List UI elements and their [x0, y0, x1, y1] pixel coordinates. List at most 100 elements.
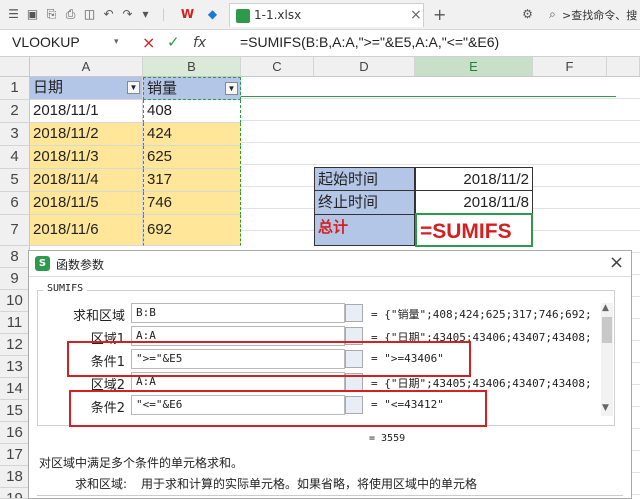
row-header-18[interactable]: 18 — [0, 466, 30, 488]
row-header-7[interactable]: 7 — [0, 215, 30, 246]
fx-button[interactable]: fx — [193, 35, 206, 51]
dialog-titlebar: S 函数参数 × — [29, 251, 631, 277]
param-help-label: 求和区域: — [75, 477, 128, 491]
column-header-e[interactable]: E — [415, 57, 533, 77]
search-input[interactable]: >查找命令、搜 — [562, 7, 637, 23]
tab-title: 1-1.xlsx — [254, 8, 302, 22]
separator: | — [161, 7, 166, 21]
cell-a6[interactable]: 2018/11/5 — [30, 192, 143, 215]
name-box[interactable]: VLOOKUP — [8, 33, 120, 54]
row-header-11[interactable]: 11 — [0, 312, 30, 334]
column-header-d[interactable]: D — [314, 57, 415, 77]
column-header-b[interactable]: B — [143, 57, 241, 77]
row-header-1[interactable]: 1 — [0, 77, 30, 100]
cell-b7[interactable]: 692 — [143, 215, 241, 246]
param-help-text: 用于求和计算的实际单元格。如果省略，将使用区域中的单元格 — [141, 477, 478, 491]
quick-access-toolbar: ☰ ▣ ⎘ ⎙ ◫ ↶ ↷ ▾ | W ◆ 1-1.xlsx × + ⚙ ⌕ >… — [0, 0, 640, 30]
dialog-bottom-divider — [37, 495, 623, 498]
cell-e6[interactable]: 2018/11/8 — [415, 191, 533, 215]
cell-d6[interactable]: 终止时间 — [314, 191, 415, 215]
row-header-8[interactable]: 8 — [0, 246, 30, 268]
row-header-3[interactable]: 3 — [0, 123, 30, 146]
print-icon[interactable]: ⎙ — [63, 7, 78, 22]
row-header-2[interactable]: 2 — [0, 100, 30, 123]
function-arguments-dialog: S 函数参数 × SUMIFS 求和区域 B:B = {"销量";408;424… — [28, 250, 632, 499]
highlight-criteria1 — [67, 341, 471, 377]
dropdown-icon[interactable]: ▾ — [138, 7, 153, 22]
preview-icon[interactable]: ◫ — [82, 7, 97, 22]
cell-b3[interactable]: 424 — [143, 123, 241, 146]
wps-logo-icon[interactable]: W — [180, 7, 195, 22]
search-icon[interactable]: ⌕ — [545, 7, 560, 22]
cell-a4[interactable]: 2018/11/3 — [30, 146, 143, 169]
scroll-down-icon[interactable]: ▼ — [602, 403, 609, 413]
formula-input[interactable]: =SUMIFS(B:B,A:A,">="&E5,A:A,"<="&E6) — [240, 34, 499, 50]
cell-d7[interactable]: 总计 — [314, 215, 415, 246]
row-header-15[interactable]: 15 — [0, 400, 30, 422]
row-header-4[interactable]: 4 — [0, 146, 30, 169]
save-icon[interactable]: ▣ — [25, 7, 40, 22]
row-header-6[interactable]: 6 — [0, 192, 30, 215]
cube-icon[interactable]: ◆ — [205, 7, 220, 22]
menu-icon[interactable]: ☰ — [6, 7, 21, 22]
param-scrollbar[interactable]: ▲ ▼ — [601, 303, 613, 416]
function-description: 对区域中满足多个条件的单元格求和。 — [39, 456, 244, 470]
row-header-14[interactable]: 14 — [0, 378, 30, 400]
confirm-icon[interactable]: ✓ — [167, 33, 180, 51]
column-header-a[interactable]: A — [30, 57, 143, 77]
row-header-12[interactable]: 12 — [0, 334, 30, 356]
cell-b5[interactable]: 317 — [143, 169, 241, 192]
cell-a1[interactable]: 日期 ▼ — [30, 77, 143, 100]
settings-icon[interactable]: ⚙ — [520, 7, 535, 22]
close-dialog-button[interactable]: × — [609, 252, 624, 273]
cell-d5[interactable]: 起始时间 — [314, 167, 415, 191]
row-header-9[interactable]: 9 — [0, 268, 30, 290]
row-header-19[interactable]: 19 — [0, 488, 30, 499]
filter-dropdown-icon[interactable]: ▼ — [225, 82, 238, 95]
row-header-17[interactable]: 17 — [0, 444, 30, 466]
filter-dropdown-icon[interactable]: ▼ — [127, 81, 140, 94]
row-header-16[interactable]: 16 — [0, 422, 30, 444]
cell-a2[interactable]: 2018/11/1 — [30, 100, 143, 123]
param-result-sum-range: = {"销量";408;424;625;317;746;692; — [371, 308, 592, 321]
row-header-5[interactable]: 5 — [0, 169, 30, 192]
cell-b6[interactable]: 746 — [143, 192, 241, 215]
scroll-thumb[interactable] — [602, 317, 612, 343]
cell-b1[interactable]: 销量 ▼ — [143, 77, 241, 100]
cell-e7[interactable]: =SUMIFS — [415, 213, 533, 247]
name-box-dropdown-icon[interactable]: ▾ — [114, 37, 119, 47]
cell-e5[interactable]: 2018/11/2 — [415, 167, 533, 191]
select-all-corner[interactable] — [0, 57, 30, 77]
export-icon[interactable]: ⎘ — [44, 7, 59, 22]
highlight-criteria2 — [69, 390, 487, 427]
cell-a3[interactable]: 2018/11/2 — [30, 123, 143, 146]
cancel-icon[interactable]: × — [142, 33, 155, 52]
close-tab-icon[interactable]: × — [410, 7, 422, 23]
scroll-up-icon[interactable]: ▲ — [602, 303, 609, 313]
column-header-extra[interactable] — [607, 57, 640, 77]
cell-b1-text: 销量 — [147, 80, 178, 97]
spreadsheet-icon — [236, 9, 250, 23]
cell-a1-text: 日期 — [33, 79, 64, 96]
row-header-10[interactable]: 10 — [0, 290, 30, 312]
undo-icon[interactable]: ↶ — [101, 7, 116, 22]
total-result: = 3559 — [369, 433, 406, 444]
formula-bar: VLOOKUP ▾ × ✓ fx =SUMIFS(B:B,A:A,">="&E5… — [0, 30, 640, 57]
tab-file[interactable]: 1-1.xlsx × — [229, 3, 424, 27]
app-icon: S — [35, 256, 50, 271]
param-label-sum-range: 求和区域 — [72, 309, 125, 324]
column-header-c[interactable]: C — [241, 57, 314, 77]
cell-a5[interactable]: 2018/11/4 — [30, 169, 143, 192]
redo-icon[interactable]: ↷ — [120, 7, 135, 22]
param-result-range2: = {"日期";43405;43406;43407;43408; — [371, 377, 592, 390]
cell-b2[interactable]: 408 — [143, 100, 241, 123]
param-input-sum-range[interactable]: B:B — [131, 303, 345, 323]
dialog-title: 函数参数 — [56, 258, 105, 272]
column-header-f[interactable]: F — [533, 57, 607, 77]
new-tab-icon[interactable]: + — [433, 5, 446, 24]
cell-b4[interactable]: 625 — [143, 146, 241, 169]
function-name: SUMIFS — [43, 283, 88, 294]
row-header-13[interactable]: 13 — [0, 356, 30, 378]
range-select-icon[interactable] — [345, 304, 363, 322]
cell-a7[interactable]: 2018/11/6 — [30, 215, 143, 246]
